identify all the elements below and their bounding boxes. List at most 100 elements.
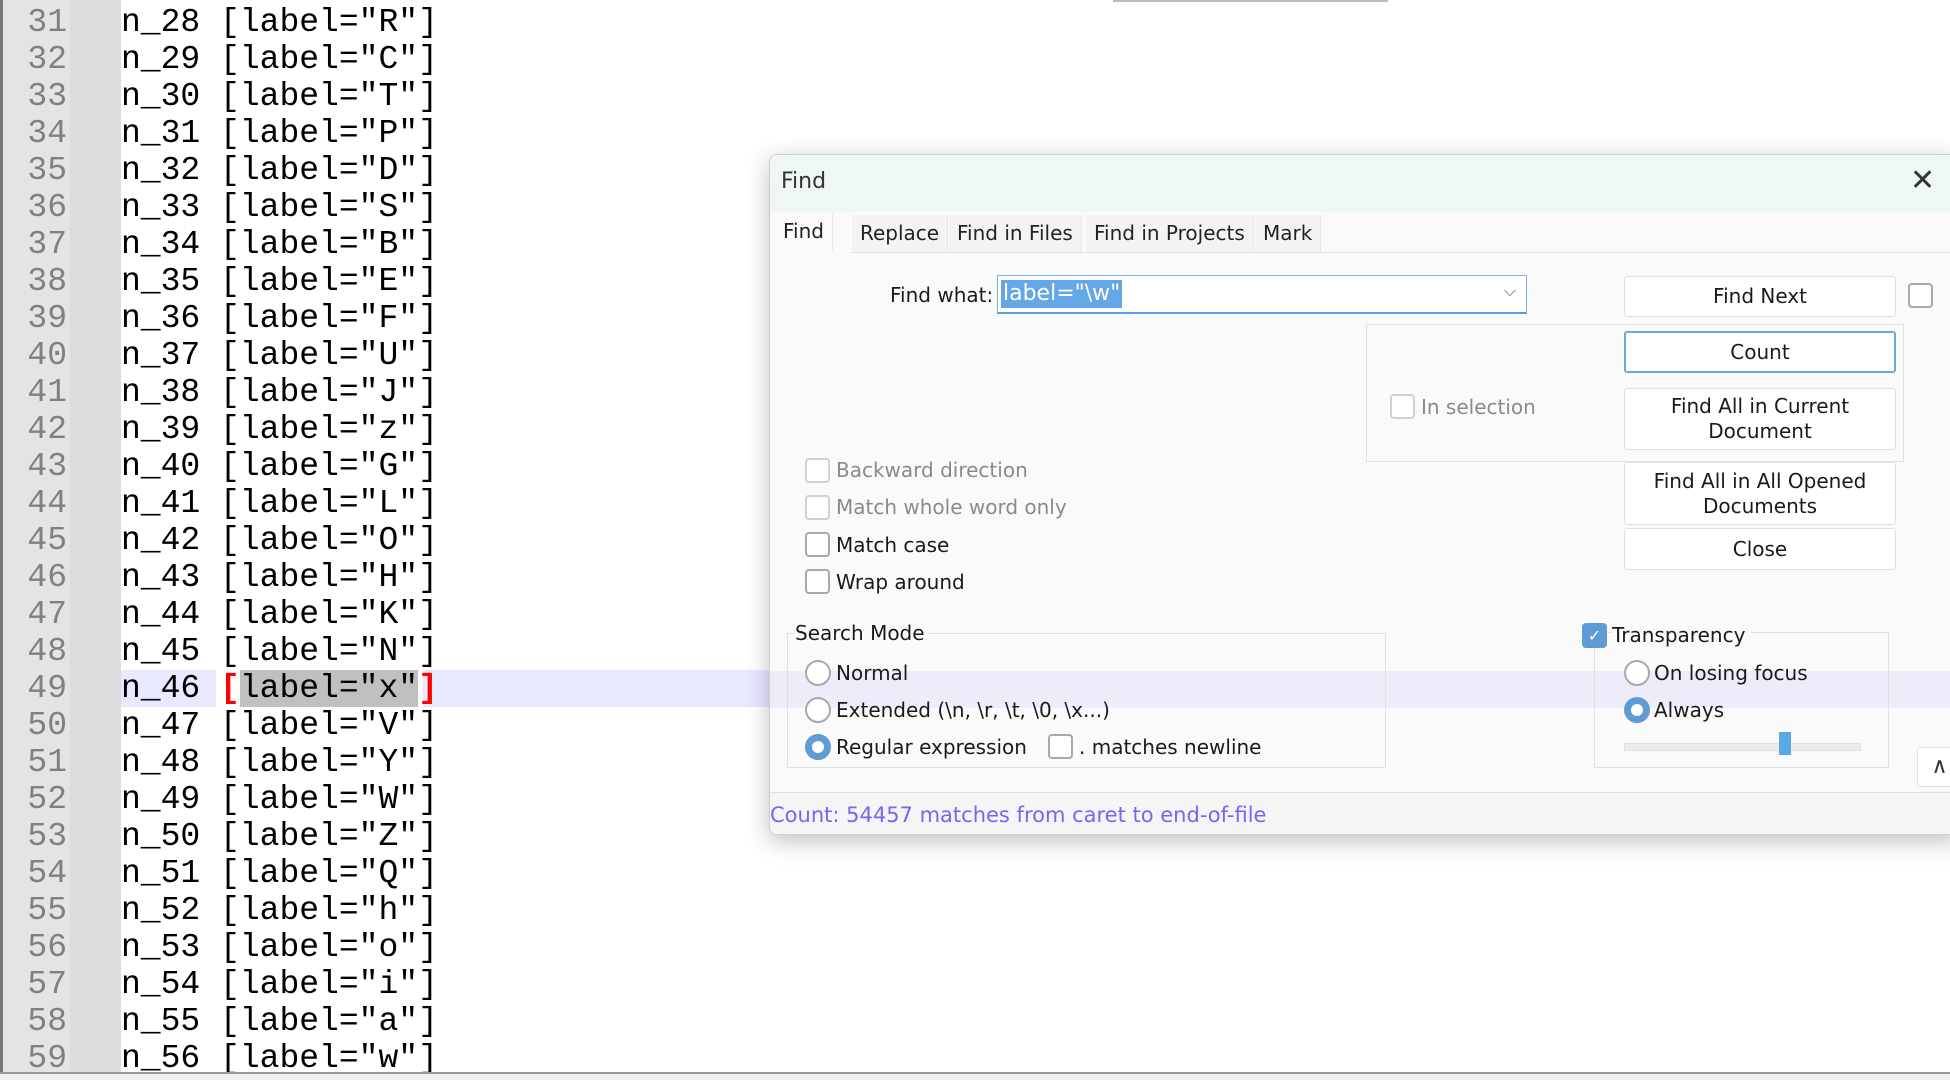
node-id: n_30: [121, 78, 201, 115]
dot-matches-newline-label: . matches newline: [1079, 735, 1262, 759]
code-line: 56 n_53 [label="o"]: [3, 929, 1950, 966]
label-attr: label="P": [239, 115, 419, 152]
regex-radio[interactable]: [805, 734, 831, 760]
horizontal-scrollbar[interactable]: [0, 1072, 1950, 1080]
wrap-around-checkbox[interactable]: [805, 569, 830, 594]
label-value: a: [378, 1003, 399, 1040]
line-number: 52: [27, 781, 67, 818]
always-radio[interactable]: [1624, 697, 1650, 723]
transparency-checkbox[interactable]: ✓: [1582, 623, 1607, 648]
open-bracket: [: [220, 152, 240, 189]
collapse-up-icon[interactable]: ∧: [1917, 747, 1950, 787]
label-value: Z: [378, 818, 399, 855]
label-attr: label="F": [239, 300, 419, 337]
node-id: n_44: [121, 596, 201, 633]
open-bracket: [: [220, 41, 240, 78]
label-value: J: [378, 374, 399, 411]
line-code: n_39 [label="z"]: [121, 411, 438, 448]
title-bar: Find ✕: [770, 155, 1950, 212]
node-id: n_31: [121, 115, 201, 152]
normal-label: Normal: [836, 661, 909, 685]
find-next-option-checkbox[interactable]: [1908, 283, 1933, 308]
label-attr: label="D": [239, 152, 419, 189]
close-bracket: ]: [418, 374, 438, 411]
node-id: n_37: [121, 337, 201, 374]
close-icon[interactable]: ✕: [1910, 163, 1935, 198]
label-attr: label="G": [239, 448, 419, 485]
match-whole-word-checkbox[interactable]: [805, 495, 830, 520]
line-code: n_40 [label="G"]: [121, 448, 438, 485]
close-bracket: ]: [418, 337, 438, 374]
tab-mark[interactable]: Mark: [1255, 215, 1322, 252]
line-code: n_37 [label="U"]: [121, 337, 438, 374]
chevron-down-icon[interactable]: ⌵: [1504, 281, 1516, 301]
close-bracket: ]: [418, 929, 438, 966]
on-losing-focus-radio[interactable]: [1624, 660, 1650, 686]
open-bracket: [: [220, 966, 240, 1003]
label-value: D: [378, 152, 399, 189]
label-value: V: [378, 707, 399, 744]
open-bracket: [: [220, 189, 240, 226]
label-attr: label="K": [239, 596, 419, 633]
label-value: C: [378, 41, 399, 78]
line-code: n_35 [label="E"]: [121, 263, 438, 300]
tab-replace[interactable]: Replace: [852, 215, 949, 252]
count-button[interactable]: Count: [1624, 331, 1896, 373]
line-code: n_52 [label="h"]: [121, 892, 438, 929]
close-bracket: ]: [418, 300, 438, 337]
open-bracket: [: [220, 78, 240, 115]
label-value: E: [378, 263, 399, 300]
node-id: n_39: [121, 411, 201, 448]
label-value: L: [378, 485, 399, 522]
backward-direction-checkbox[interactable]: [805, 458, 830, 483]
label-attr: label="Q": [239, 855, 419, 892]
extended-radio[interactable]: [805, 697, 831, 723]
line-code: n_54 [label="i"]: [121, 966, 438, 1003]
node-id: n_45: [121, 633, 201, 670]
line-number: 34: [27, 115, 67, 152]
in-selection-checkbox[interactable]: [1390, 394, 1415, 419]
line-number: 32: [27, 41, 67, 78]
open-bracket: [: [220, 226, 240, 263]
node-id: n_36: [121, 300, 201, 337]
label-value: z: [378, 411, 399, 448]
label-attr: label="o": [239, 929, 419, 966]
label-attr: label="R": [239, 4, 419, 41]
node-id: n_28: [121, 4, 201, 41]
node-id: n_33: [121, 189, 201, 226]
transparency-slider[interactable]: [1624, 743, 1861, 751]
label-value: H: [378, 559, 399, 596]
tab-find[interactable]: Find: [775, 213, 833, 250]
open-bracket: [: [220, 337, 240, 374]
tab-find-in-files[interactable]: Find in Files: [949, 215, 1082, 252]
line-code: n_47 [label="V"]: [121, 707, 438, 744]
close-button[interactable]: Close: [1624, 528, 1896, 570]
dot-matches-newline-checkbox[interactable]: [1048, 734, 1073, 759]
search-mode-title: Search Mode: [795, 621, 929, 645]
transparency-slider-thumb[interactable]: [1779, 732, 1792, 755]
line-code: n_31 [label="P"]: [121, 115, 438, 152]
normal-radio[interactable]: [805, 660, 831, 686]
match-case-checkbox[interactable]: [805, 532, 830, 557]
find-all-opened-button[interactable]: Find All in All Opened Documents: [1624, 462, 1896, 525]
label-value: T: [378, 78, 399, 115]
line-number: 48: [27, 633, 67, 670]
find-what-input[interactable]: label="\w" ⌵: [997, 275, 1527, 314]
node-id: n_34: [121, 226, 201, 263]
line-number: 46: [27, 559, 67, 596]
line-code: n_32 [label="D"]: [121, 152, 438, 189]
line-number: 31: [27, 4, 67, 41]
top-divider: [1113, 0, 1388, 2]
tab-find-in-projects[interactable]: Find in Projects: [1086, 215, 1254, 252]
node-id: n_29: [121, 41, 201, 78]
find-next-button[interactable]: Find Next: [1624, 276, 1896, 317]
label-value: P: [378, 115, 399, 152]
close-bracket: ]: [418, 633, 438, 670]
node-id: n_51: [121, 855, 201, 892]
line-code: n_42 [label="O"]: [121, 522, 438, 559]
find-what-value[interactable]: label="\w": [1001, 280, 1123, 308]
on-losing-focus-label: On losing focus: [1654, 661, 1808, 685]
find-all-current-button[interactable]: Find All in Current Document: [1624, 388, 1896, 450]
label-attr: label="C": [239, 41, 419, 78]
open-bracket: [: [220, 115, 240, 152]
